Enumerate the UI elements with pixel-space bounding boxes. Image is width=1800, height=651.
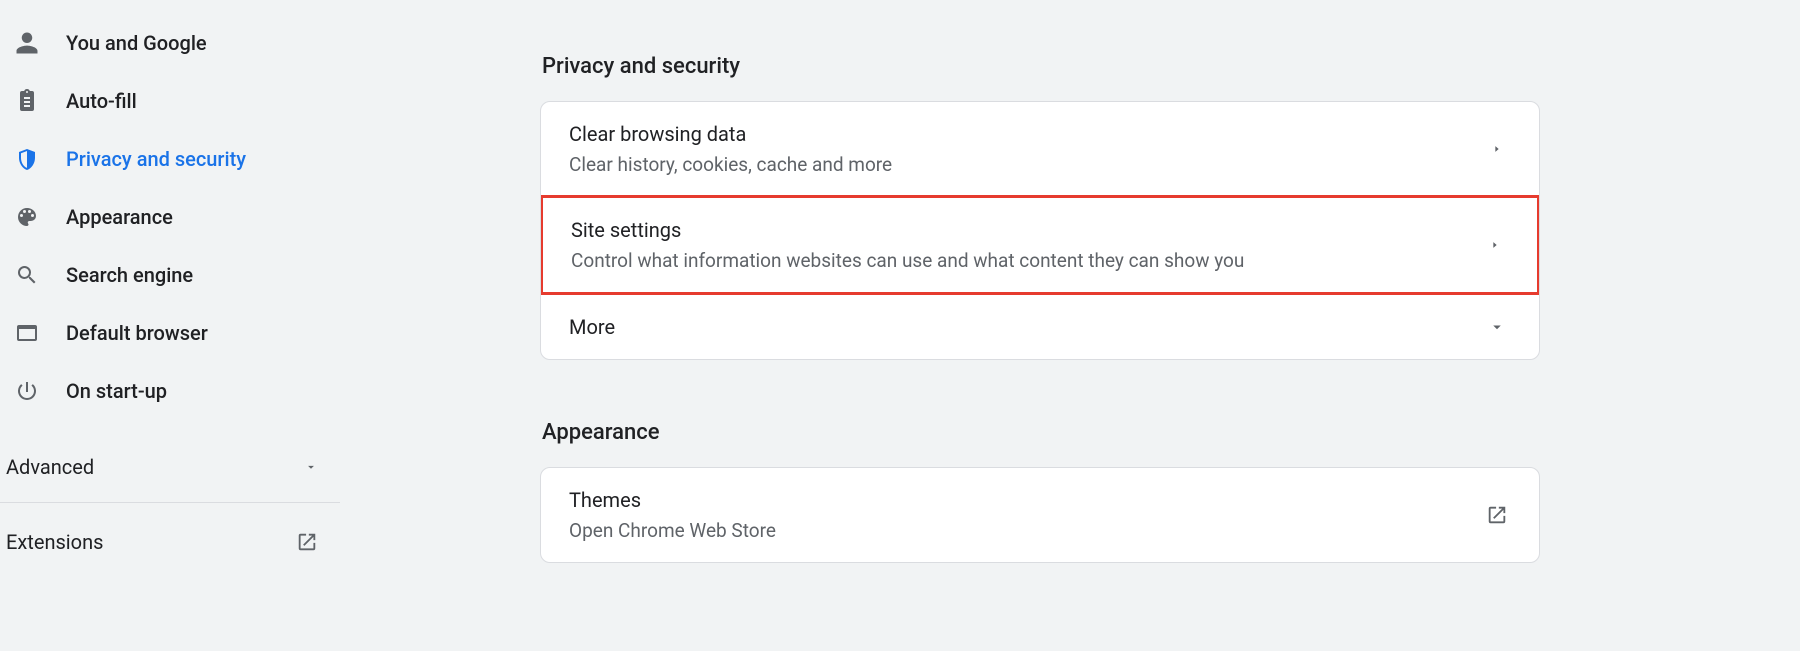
sidebar-extensions-label: Extensions <box>6 530 103 554</box>
row-title: Themes <box>569 486 1483 514</box>
sidebar-divider <box>0 502 340 503</box>
row-subtitle: Control what information websites can us… <box>571 248 1481 274</box>
privacy-card: Clear browsing data Clear history, cooki… <box>540 101 1540 360</box>
row-more[interactable]: More <box>541 294 1539 359</box>
row-clear-browsing-data[interactable]: Clear browsing data Clear history, cooki… <box>541 102 1539 196</box>
browser-icon <box>10 321 44 345</box>
palette-icon <box>10 205 44 229</box>
sidebar-item-label: Default browser <box>66 321 208 345</box>
arrow-right-icon <box>1481 238 1509 252</box>
caret-down-icon <box>304 460 318 474</box>
sidebar-item-on-startup[interactable]: On start-up <box>0 362 340 420</box>
sidebar-item-label: Search engine <box>66 263 193 287</box>
person-icon <box>10 30 44 56</box>
sidebar-item-label: You and Google <box>66 31 207 55</box>
sidebar-advanced-toggle[interactable]: Advanced <box>0 438 340 496</box>
sidebar-item-default-browser[interactable]: Default browser <box>0 304 340 362</box>
sidebar-item-label: Auto-fill <box>66 89 137 113</box>
open-in-new-icon <box>1483 504 1511 526</box>
sidebar-item-privacy-security[interactable]: Privacy and security <box>0 130 340 188</box>
section-heading-privacy: Privacy and security <box>542 54 1540 79</box>
sidebar-item-autofill[interactable]: Auto-fill <box>0 72 340 130</box>
row-subtitle: Open Chrome Web Store <box>569 518 1483 544</box>
open-in-new-icon <box>296 531 318 553</box>
chevron-down-icon <box>1483 318 1511 336</box>
sidebar-item-search-engine[interactable]: Search engine <box>0 246 340 304</box>
appearance-card: Themes Open Chrome Web Store <box>540 467 1540 563</box>
row-subtitle: Clear history, cookies, cache and more <box>569 152 1483 178</box>
sidebar-item-appearance[interactable]: Appearance <box>0 188 340 246</box>
section-heading-appearance: Appearance <box>542 420 1540 445</box>
search-icon <box>10 263 44 287</box>
shield-icon <box>10 147 44 171</box>
clipboard-icon <box>10 89 44 113</box>
sidebar-advanced-label: Advanced <box>6 455 94 479</box>
sidebar-item-label: Privacy and security <box>66 147 246 171</box>
row-site-settings[interactable]: Site settings Control what information w… <box>540 195 1540 295</box>
arrow-right-icon <box>1483 142 1511 156</box>
settings-main: Privacy and security Clear browsing data… <box>340 0 1800 651</box>
row-title: Clear browsing data <box>569 120 1483 148</box>
row-themes[interactable]: Themes Open Chrome Web Store <box>541 468 1539 562</box>
row-title: Site settings <box>571 216 1481 244</box>
sidebar-item-extensions[interactable]: Extensions <box>0 513 340 571</box>
sidebar-item-label: Appearance <box>66 205 173 229</box>
row-title: More <box>569 313 1483 341</box>
settings-sidebar: You and Google Auto-fill Privacy and sec… <box>0 0 340 651</box>
sidebar-item-you-and-google[interactable]: You and Google <box>0 14 340 72</box>
power-icon <box>10 379 44 403</box>
sidebar-item-label: On start-up <box>66 379 167 403</box>
